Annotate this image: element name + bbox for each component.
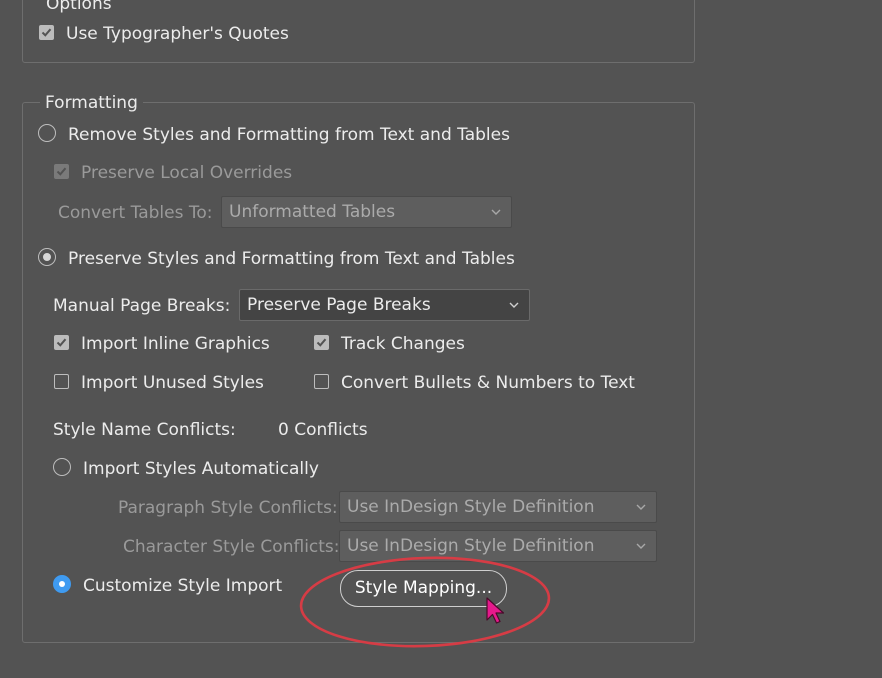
manual-page-breaks-value: Preserve Page Breaks	[247, 295, 431, 315]
checkmark-icon	[56, 338, 67, 347]
checkmark-icon	[56, 167, 67, 176]
manual-page-breaks-dropdown[interactable]: Preserve Page Breaks	[239, 289, 530, 321]
convert-tables-dropdown[interactable]: Unformatted Tables	[221, 196, 512, 228]
preserve-local-overrides-label: Preserve Local Overrides	[81, 163, 293, 183]
customize-style-import-label: Customize Style Import	[83, 576, 283, 596]
style-name-conflicts-value: 0 Conflicts	[278, 420, 368, 440]
preserve-styles-label: Preserve Styles and Formatting from Text…	[68, 249, 515, 269]
manual-page-breaks-label: Manual Page Breaks:	[53, 296, 231, 316]
annotation-ellipse	[299, 556, 551, 648]
import-unused-styles-label: Import Unused Styles	[81, 373, 264, 393]
convert-bullets-label: Convert Bullets & Numbers to Text	[341, 373, 635, 393]
formatting-legend: Formatting	[40, 93, 143, 113]
convert-tables-value: Unformatted Tables	[229, 202, 396, 222]
remove-styles-radio[interactable]	[38, 124, 56, 142]
remove-styles-label: Remove Styles and Formatting from Text a…	[68, 125, 510, 145]
customize-style-import-radio[interactable]	[53, 575, 71, 593]
paragraph-style-conflicts-value: Use InDesign Style Definition	[347, 497, 595, 517]
paragraph-style-conflicts-label: Paragraph Style Conflicts:	[118, 498, 338, 518]
import-inline-graphics-label: Import Inline Graphics	[81, 334, 270, 354]
checkmark-icon	[316, 338, 327, 347]
preserve-local-overrides-checkbox[interactable]	[54, 164, 69, 179]
chevron-down-icon	[491, 209, 501, 215]
chevron-down-icon	[509, 302, 519, 308]
mouse-cursor-icon	[486, 597, 505, 624]
chevron-down-icon	[636, 504, 646, 510]
convert-bullets-checkbox[interactable]	[314, 374, 329, 389]
import-styles-auto-radio[interactable]	[53, 458, 71, 476]
convert-tables-label: Convert Tables To:	[58, 203, 213, 223]
typographers-quotes-checkbox[interactable]	[39, 25, 54, 40]
preserve-styles-radio[interactable]	[38, 248, 56, 266]
import-inline-graphics-checkbox[interactable]	[54, 335, 69, 350]
typographers-quotes-label: Use Typographer's Quotes	[66, 24, 289, 44]
chevron-down-icon	[636, 543, 646, 549]
import-unused-styles-checkbox[interactable]	[54, 374, 69, 389]
track-changes-checkbox[interactable]	[314, 335, 329, 350]
import-styles-auto-label: Import Styles Automatically	[83, 459, 319, 479]
paragraph-style-conflicts-dropdown[interactable]: Use InDesign Style Definition	[339, 491, 657, 523]
track-changes-label: Track Changes	[341, 334, 465, 354]
style-name-conflicts-label: Style Name Conflicts:	[53, 420, 236, 440]
options-legend: Options	[41, 0, 117, 14]
checkmark-icon	[41, 28, 52, 37]
